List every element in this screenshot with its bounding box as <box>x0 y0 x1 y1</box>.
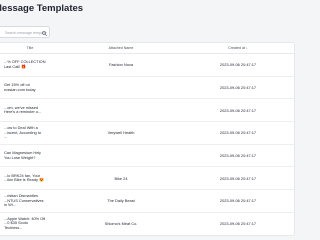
row-attached-name: Verywell Health <box>107 130 135 136</box>
message-templates-page: Message Templates Search message templat… <box>0 0 320 240</box>
row-created-at: 2023-09-06 20:47:17 <box>219 62 257 68</box>
table-row[interactable]: ...% OFF COLLECTION Last Call! 🎁 Fashion… <box>0 54 294 77</box>
row-created-at: 2023-09-06 20:47:17 <box>219 198 257 204</box>
page-title: Message Templates <box>0 3 84 14</box>
row-title: Get 15% off on russian.com today <box>4 82 36 92</box>
row-title: ...lo BRK24 fan, Your ...ikin Bike is Re… <box>4 173 44 183</box>
row-created-at: 2023-09-06 20:47:17 <box>219 85 257 91</box>
table-body: ...% OFF COLLECTION Last Call! 🎁 Fashion… <box>0 54 294 235</box>
table-row[interactable]: ...ow to Deal With a ...iscent, Accordin… <box>0 122 294 145</box>
templates-table: Title Attached Name Created at ↓ ...% OF… <box>0 42 295 236</box>
row-attached-name: Fashion Nova <box>108 62 133 68</box>
row-attached-name <box>60 77 182 99</box>
row-title: ...ristian Dismantles ...NTUS Conservati… <box>4 194 44 208</box>
header-title[interactable]: Title <box>0 43 60 53</box>
table-row[interactable]: Can Magnesium Help You Lose Weight? 2023… <box>0 145 294 168</box>
row-created-at: 2023-09-06 20:47:17 <box>219 107 257 113</box>
row-title: ...om, we've missed Here's a reminder o.… <box>4 105 42 115</box>
header-created-at[interactable]: Created at ↓ <box>182 43 294 53</box>
table-row[interactable]: Get 15% off on russian.com today 2023-09… <box>0 77 294 100</box>
table-row[interactable]: ...Apple Watch: 40% Off ...0 $35 Scoto T… <box>0 213 294 235</box>
row-attached-name <box>60 99 182 121</box>
row-created-at: 2023-09-06 20:47:17 <box>219 175 257 181</box>
row-title: ...% OFF COLLECTION Last Call! 🎁 <box>4 60 46 69</box>
row-title: ...Apple Watch: 40% Off ...0 $35 Scoto T… <box>4 216 46 230</box>
header-attached-name[interactable]: Attached Name <box>60 43 182 53</box>
row-attached-name: The Daily Beast <box>107 198 135 204</box>
table-row[interactable]: ...ristian Dismantles ...NTUS Conservati… <box>0 190 294 213</box>
row-created-at: 2023-09-06 20:47:17 <box>219 153 257 159</box>
table-header: Title Attached Name Created at ↓ <box>0 43 294 54</box>
row-attached-name: Shlomo's Meat Co. <box>104 221 138 227</box>
table-row[interactable]: ...om, we've missed Here's a reminder o.… <box>0 99 294 123</box>
row-attached-name: Bike 24 <box>114 175 128 181</box>
row-created-at: 2023-09-06 20:47:17 <box>219 221 257 227</box>
row-created-at: 2023-09-06 20:47:17 <box>219 130 257 136</box>
table-row[interactable]: ...lo BRK24 fan, Your ...ikin Bike is Re… <box>0 167 294 191</box>
row-title: ...ow to Deal With a ...iscent, Accordin… <box>4 126 41 140</box>
search-icon[interactable] <box>42 31 47 36</box>
row-title: Can Magnesium Help You Lose Weight? <box>4 151 42 160</box>
row-attached-name <box>60 145 182 167</box>
